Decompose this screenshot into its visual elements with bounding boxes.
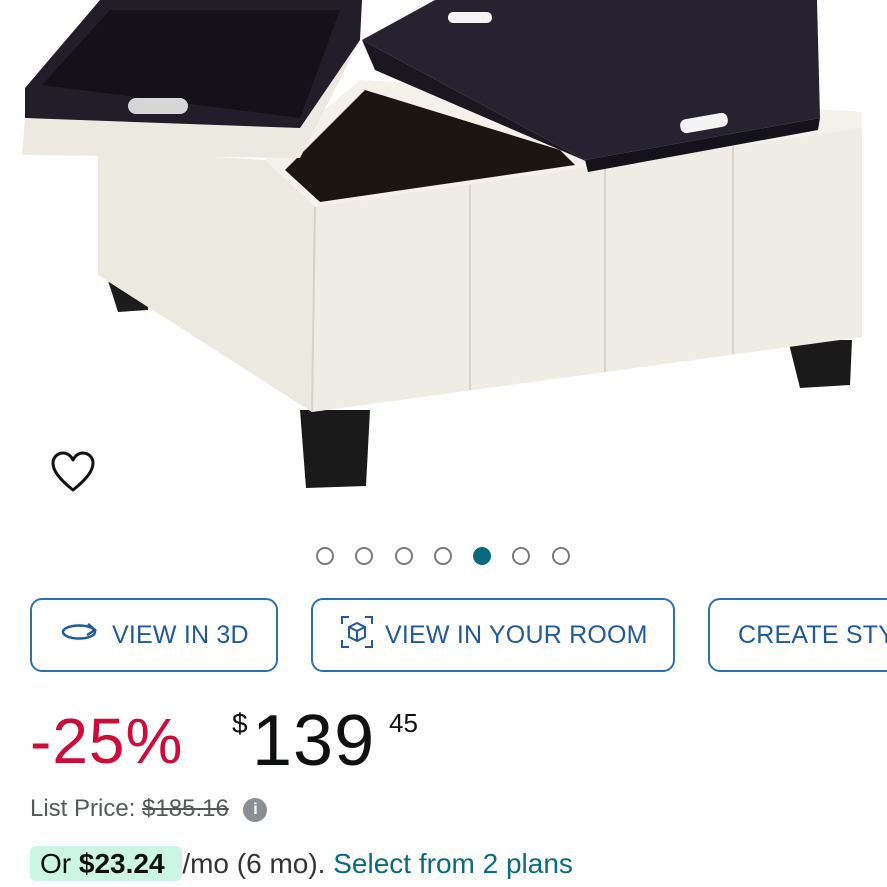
image-carousel-dots [0,547,887,567]
wishlist-heart-icon[interactable] [50,450,96,494]
carousel-dot-7[interactable] [552,547,570,565]
view-in-your-room-button[interactable]: VIEW IN YOUR ROOM [311,598,675,672]
ar-cube-icon [339,614,375,657]
carousel-dot-1[interactable] [316,547,334,565]
price-fraction: 45 [389,708,418,738]
create-style-label: CREATE STY [738,620,887,649]
price-whole: 139 [252,701,376,781]
rotate-3d-icon [60,621,102,650]
installment-badge: Or $23.24 [30,846,183,881]
carousel-dot-2[interactable] [355,547,373,565]
view-in-your-room-label: VIEW IN YOUR ROOM [385,620,648,649]
ottoman-illustration [22,0,862,488]
view-in-3d-button[interactable]: VIEW IN 3D [30,598,278,672]
create-style-button[interactable]: CREATE STY [708,598,887,672]
installment-terms: /mo (6 mo). [182,848,326,879]
list-price-value: $185.16 [142,795,229,822]
carousel-dot-3[interactable] [395,547,413,565]
installment-row: Or $23.24 /mo (6 mo). Select from 2 plan… [30,846,573,881]
carousel-dot-6[interactable] [512,547,530,565]
product-image[interactable] [0,0,887,530]
installment-prefix: Or [40,848,72,879]
info-icon[interactable]: i [243,798,268,822]
carousel-dot-4[interactable] [434,547,452,565]
view-in-3d-label: VIEW IN 3D [112,620,249,649]
discount-percentage: -25% [30,705,184,777]
carousel-dot-5-active[interactable] [473,547,491,565]
price-currency-symbol: $ [232,708,248,739]
list-price-label: List Price: [30,795,136,822]
list-price-row: List Price: $185.16 i [30,795,268,823]
installment-amount: $23.24 [78,848,165,879]
select-plans-link[interactable]: Select from 2 plans [333,848,573,879]
